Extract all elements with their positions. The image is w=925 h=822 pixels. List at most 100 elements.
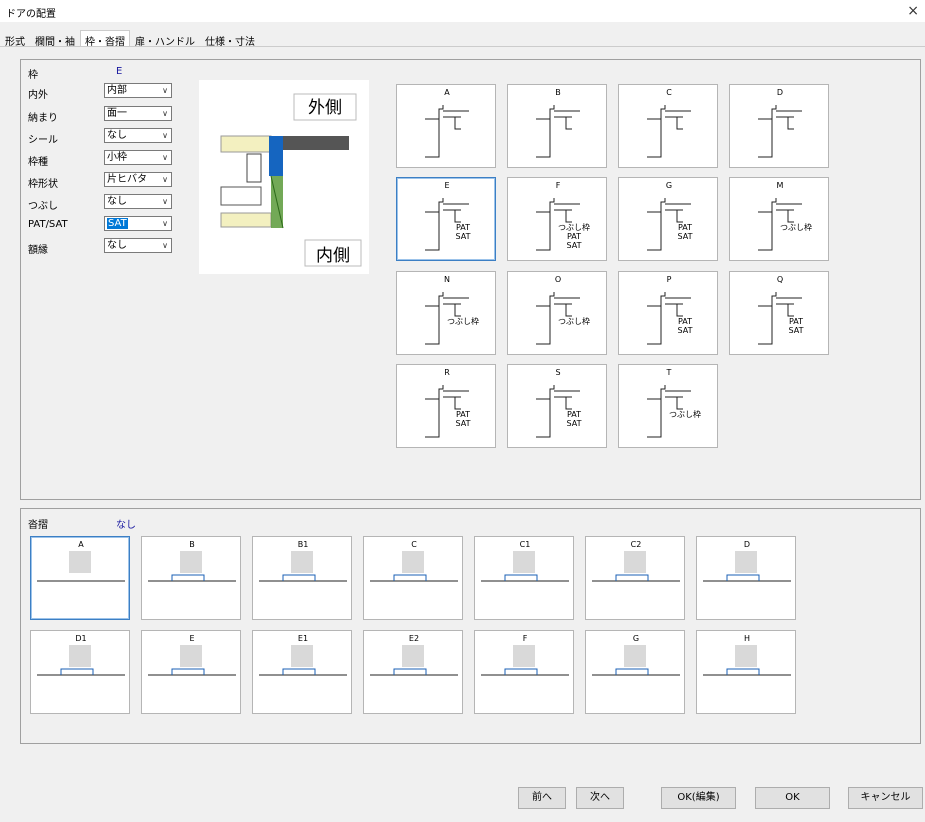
tab-type[interactable]: 形式 [0,30,30,48]
sill-profile-line [60,668,94,675]
frame-shape-select[interactable]: 片ヒバタ ∨ [104,172,172,187]
sill-profile-line [393,574,427,581]
frame-shape-value: 片ヒバタ [107,174,147,185]
frame-tile-note: SAT [456,232,471,241]
sill-tile-b1[interactable]: B1 [252,536,352,620]
frame-tile-note: つぶし枠 [780,222,812,232]
sill-tile-label: D [744,540,750,549]
frame-tile-o[interactable]: O つぶし枠 [507,271,607,355]
frame-tile-m[interactable]: M つぶし枠 [729,177,829,261]
frame-profile-line [536,105,580,158]
frame-tile-g[interactable]: G PAT SAT [618,177,718,261]
sill-profile-drawing: H [703,634,791,676]
casing-select[interactable]: なし ∨ [104,238,172,253]
door-leaf-block [69,551,91,573]
sill-tile-d[interactable]: D [696,536,796,620]
ok-edit-button[interactable]: OK(編集) [661,787,736,809]
frame-preview: 外側 内側 [199,80,369,274]
next-button[interactable]: 次へ [576,787,624,809]
window-title: ドアの配置 [6,9,56,20]
frame-tile-label: G [666,181,672,190]
sill-tile-c2[interactable]: C2 [585,536,685,620]
ok-button[interactable]: OK [755,787,830,809]
frame-tile-d[interactable]: D [729,84,829,168]
sill-tile-h[interactable]: H [696,630,796,714]
frame-profile-line [647,105,691,158]
frame-profile-drawing: S PATSAT [536,368,582,438]
sill-tile-e[interactable]: E [141,630,241,714]
frame-tile-e[interactable]: E PAT SAT [396,177,496,261]
frame-tile-p[interactable]: P PAT SAT [618,271,718,355]
sill-tile-c1[interactable]: C1 [474,536,574,620]
chevron-down-icon: ∨ [162,153,168,162]
frame-tile-label: A [444,88,450,97]
frame-profile-drawing: O つぶし枠 [536,275,590,345]
tab-transom[interactable]: 欄間・袖 [30,30,80,48]
frame-tile-a[interactable]: A [396,84,496,168]
frame-tile-note: SAT [678,232,693,241]
sill-tile-label: F [523,634,528,643]
sill-tile-e1[interactable]: E1 [252,630,352,714]
sill-profile-line [615,574,649,581]
sill-tile-label: A [78,540,84,549]
sill-profile-line [282,668,316,675]
door-leaf-block [291,645,313,667]
frame-tile-label: N [444,275,450,284]
frame-tile-q[interactable]: Q PAT SAT [729,271,829,355]
sill-tile-b[interactable]: B [141,536,241,620]
frame-tile-note: SAT [789,326,804,335]
pat-sat-select[interactable]: SAT ∨ [104,216,172,231]
prev-button[interactable]: 前へ [518,787,566,809]
sill-tile-f[interactable]: F [474,630,574,714]
sill-profile-drawing: C [370,540,458,582]
frame-profile-drawing: T つぶし枠 [647,368,701,438]
crush-select[interactable]: なし ∨ [104,194,172,209]
sill-tile-a[interactable]: A [30,536,130,620]
outside-label: 外側 [308,98,342,118]
tab-spec-size[interactable]: 仕様・寸法 [200,30,260,48]
frame-type-select[interactable]: 小枠 ∨ [104,150,172,165]
frame-tile-label: T [666,368,672,377]
title-bar: ドアの配置 × [0,0,925,22]
frame-tile-n[interactable]: N つぶし枠 [396,271,496,355]
cancel-button[interactable]: キャンセル [848,787,923,809]
frame-tile-f[interactable]: F つぶし枠 PAT SAT [507,177,607,261]
tab-bar: 形式 欄間・袖 枠・沓摺 扉・ハンドル 仕様・寸法 [0,30,260,48]
fit-select[interactable]: 面一 ∨ [104,106,172,121]
sill-tile-e2[interactable]: E2 [363,630,463,714]
tab-frame-sill[interactable]: 枠・沓摺 [80,30,130,48]
field-label-pat-sat: PAT/SAT [28,219,68,230]
sill-profile-line [615,668,649,675]
fit-value: 面一 [107,108,127,119]
sill-profile-line [393,668,427,675]
tab-door-handle[interactable]: 扉・ハンドル [130,30,200,48]
close-icon[interactable]: × [907,3,919,19]
frame-tile-r[interactable]: R PAT SAT [396,364,496,448]
frame-tile-s[interactable]: S PAT SAT [507,364,607,448]
frame-tile-t[interactable]: T つぶし枠 [618,364,718,448]
frame-tile-label: S [555,368,560,377]
sill-tile-g[interactable]: G [585,630,685,714]
frame-tile-b[interactable]: B [507,84,607,168]
field-label-fit: 納まり [28,113,58,124]
sill-tile-c[interactable]: C [363,536,463,620]
sill-profile-drawing: B [148,540,236,582]
frame-tile-note: PAT [456,410,470,419]
sill-profile-drawing: D [703,540,791,582]
door-leaf-block [624,551,646,573]
field-label-casing: 額縁 [28,245,48,256]
chevron-down-icon: ∨ [162,241,168,250]
inout-select[interactable]: 内部 ∨ [104,83,172,98]
frame-tile-c[interactable]: C [618,84,718,168]
sill-tile-d1[interactable]: D1 [30,630,130,714]
door-leaf-block [402,551,424,573]
frame-tile-label: R [444,368,450,377]
door-leaf-block [624,645,646,667]
frame-tile-note: つぶし枠 [558,316,590,326]
seal-select[interactable]: なし ∨ [104,128,172,143]
door-leaf-block [69,645,91,667]
frame-tile-note: SAT [456,419,471,428]
frame-tile-label: C [666,88,672,97]
frame-profile-drawing: F つぶし枠PATSAT [536,181,590,251]
frame-type-value: 小枠 [107,152,127,163]
